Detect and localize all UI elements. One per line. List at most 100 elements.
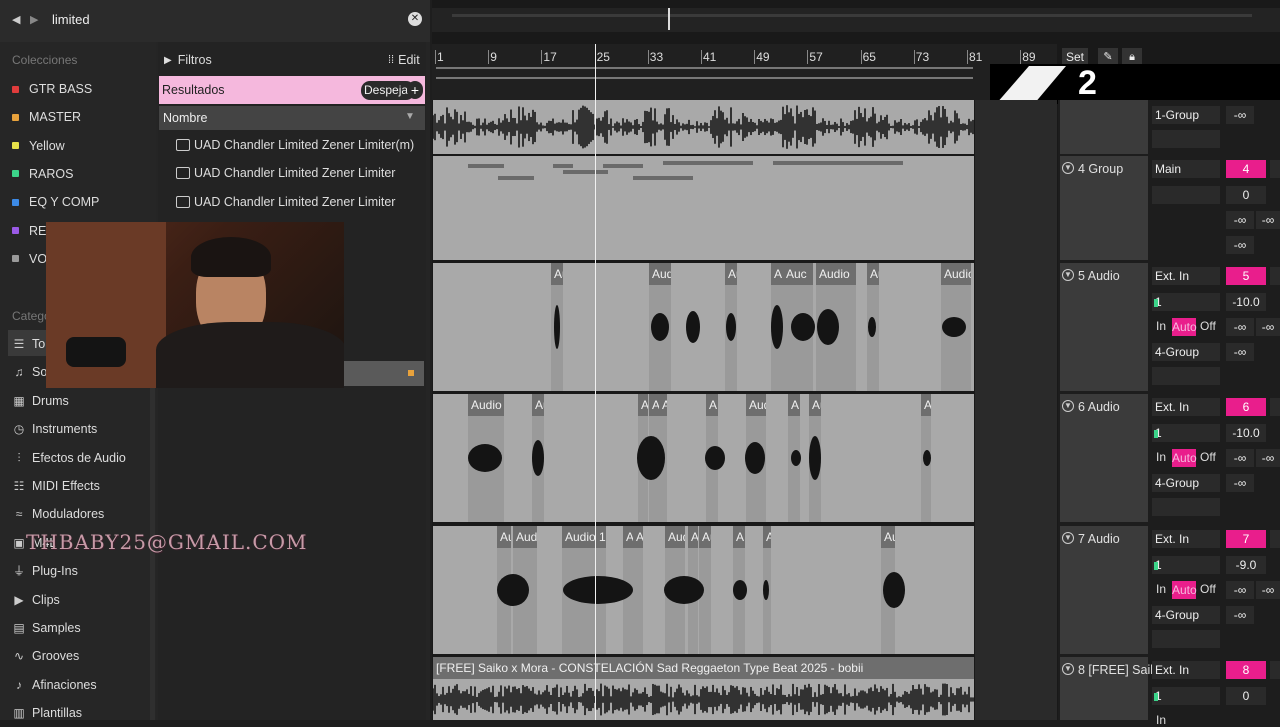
empty-slot[interactable]: [1152, 130, 1220, 148]
category-item[interactable]: ≈ Moduladores: [12, 503, 105, 525]
send-c-value[interactable]: -∞: [1226, 343, 1254, 361]
category-item[interactable]: ♫ So: [12, 361, 48, 383]
send-a-value[interactable]: -∞: [1226, 211, 1254, 229]
midi-note[interactable]: [663, 161, 698, 165]
audio-clip-body[interactable]: [763, 548, 771, 654]
send-c-value[interactable]: -∞: [1226, 606, 1254, 624]
output-routing-select[interactable]: 4-Group: [1152, 606, 1220, 624]
midi-note[interactable]: [498, 176, 534, 180]
audio-clip-label[interactable]: A: [659, 394, 667, 416]
audio-clip-label[interactable]: A: [633, 526, 643, 548]
send-b-value[interactable]: -∞: [1256, 581, 1280, 599]
input-type-select[interactable]: Ext. In: [1152, 661, 1220, 679]
solo-button[interactable]: [1270, 398, 1280, 416]
fold-track-icon[interactable]: ▼: [1062, 162, 1074, 174]
arrangement-empty-area[interactable]: [975, 100, 1057, 720]
audio-clip-label[interactable]: Audio: [816, 263, 856, 285]
track-name[interactable]: 8 [FREE] Saiko: [1078, 663, 1163, 677]
filters-toggle[interactable]: ▶ Filtros: [164, 53, 212, 67]
audio-clip-label[interactable]: A: [623, 526, 633, 548]
lane-audio-6[interactable]: Audio 1AuAAAAAudiAAuAu: [433, 394, 974, 522]
audio-clip-body[interactable]: [699, 548, 711, 654]
category-item[interactable]: ▥ Plantillas: [12, 702, 82, 724]
audio-clip-label[interactable]: Au: [551, 263, 563, 285]
track-name[interactable]: 4 Group: [1078, 162, 1123, 176]
category-item[interactable]: ◷ Instruments: [12, 418, 98, 440]
audio-clip-label[interactable]: Audio 15: [562, 526, 606, 548]
audio-clip-label[interactable]: Audi: [746, 394, 766, 416]
input-type-select[interactable]: Ext. In: [1152, 398, 1220, 416]
volume-value[interactable]: -∞: [1226, 106, 1254, 124]
audio-clip-label[interactable]: Audio 1: [468, 394, 504, 416]
audio-clip-label[interactable]: Aud: [649, 263, 671, 285]
search-input[interactable]: limited: [52, 12, 90, 27]
audio-clip-body[interactable]: [788, 416, 800, 522]
collection-item[interactable]: EQ Y COMP: [12, 192, 99, 212]
monitor-in-button[interactable]: In: [1156, 582, 1166, 596]
volume-value[interactable]: 0: [1226, 186, 1266, 204]
collection-item[interactable]: VO: [12, 249, 47, 269]
monitor-in-button[interactable]: In: [1156, 319, 1166, 333]
monitor-in-button[interactable]: In: [1156, 713, 1166, 727]
fold-track-icon[interactable]: ▼: [1062, 532, 1074, 544]
volume-value[interactable]: -10.0: [1226, 293, 1266, 311]
audio-clip-label[interactable]: Au: [763, 526, 771, 548]
overview-strip[interactable]: [432, 8, 1280, 32]
lane-group-4[interactable]: [433, 156, 974, 260]
midi-note[interactable]: [468, 164, 504, 168]
audio-clip-label[interactable]: Auc: [783, 263, 813, 285]
add-icon[interactable]: +: [407, 81, 423, 99]
sort-down-icon[interactable]: ▼: [405, 111, 415, 122]
back-arrow-icon[interactable]: ◀: [12, 13, 20, 26]
volume-value[interactable]: -10.0: [1226, 424, 1266, 442]
monitor-off-button[interactable]: Off: [1200, 319, 1216, 333]
audio-clip-label[interactable]: A: [638, 394, 648, 416]
track-number-button[interactable]: 5: [1226, 267, 1266, 285]
result-row[interactable]: UAD Chandler Limited Zener Limiter(m): [176, 134, 414, 156]
input-channel-select[interactable]: 1: [1152, 556, 1220, 574]
result-row[interactable]: UAD Chandler Limited Zener Limiter: [176, 191, 395, 213]
name-column-header[interactable]: Nombre ▼: [159, 106, 425, 130]
audio-clip-label[interactable]: Audio: [941, 263, 971, 285]
lane-audio-7[interactable]: AuAudAudio 15AAAudAAuAAuAud: [433, 526, 974, 654]
audio-clip-body[interactable]: [623, 548, 633, 654]
input-channel-select[interactable]: 1: [1152, 424, 1220, 442]
track-number-button[interactable]: 8: [1226, 661, 1266, 679]
audio-clip-body[interactable]: [941, 285, 971, 391]
midi-note[interactable]: [563, 170, 608, 174]
output-routing-select[interactable]: 4-Group: [1152, 474, 1220, 492]
audio-clip-label[interactable]: A: [771, 263, 783, 285]
send-b-value[interactable]: -∞: [1256, 211, 1280, 229]
monitor-off-button[interactable]: Off: [1200, 450, 1216, 464]
fold-track-icon[interactable]: ▼: [1062, 400, 1074, 412]
category-item[interactable]: ⏚ Plug-Ins: [12, 560, 78, 582]
send-a-value[interactable]: -∞: [1226, 581, 1254, 599]
clear-search-icon[interactable]: ✕: [408, 12, 422, 26]
midi-note[interactable]: [693, 161, 753, 165]
input-channel-select[interactable]: 1: [1152, 687, 1220, 705]
lane-group-top[interactable]: [433, 100, 974, 154]
category-item[interactable]: ▤ Samples: [12, 617, 80, 639]
fold-track-icon[interactable]: ▼: [1062, 269, 1074, 281]
send-b-value[interactable]: -∞: [1256, 449, 1280, 467]
send-c-value[interactable]: -∞: [1226, 474, 1254, 492]
collection-item[interactable]: RAROS: [12, 164, 73, 184]
fold-track-icon[interactable]: ▼: [1062, 663, 1074, 675]
send-a-value[interactable]: -∞: [1226, 449, 1254, 467]
send-b-value[interactable]: -∞: [1256, 318, 1280, 336]
midi-note[interactable]: [603, 164, 643, 168]
volume-value[interactable]: -9.0: [1226, 556, 1266, 574]
monitor-auto-button[interactable]: Auto: [1172, 581, 1197, 599]
clip-label-saiko[interactable]: [FREE] Saiko x Mora - CONSTELACIÓN Sad R…: [433, 657, 974, 679]
monitor-auto-button[interactable]: Auto: [1172, 318, 1197, 336]
send-c-value[interactable]: -∞: [1226, 236, 1254, 254]
collection-item[interactable]: MASTER: [12, 107, 81, 127]
collection-item[interactable]: GTR BASS: [12, 79, 92, 99]
solo-button[interactable]: [1270, 267, 1280, 285]
empty-slot[interactable]: [1152, 186, 1220, 204]
input-type-select[interactable]: Ext. In: [1152, 530, 1220, 548]
audio-clip-body[interactable]: [733, 548, 745, 654]
category-item[interactable]: ☷ MIDI Effects: [12, 475, 100, 497]
audio-clip-label[interactable]: Au: [867, 263, 879, 285]
output-routing-select[interactable]: 4-Group: [1152, 343, 1220, 361]
